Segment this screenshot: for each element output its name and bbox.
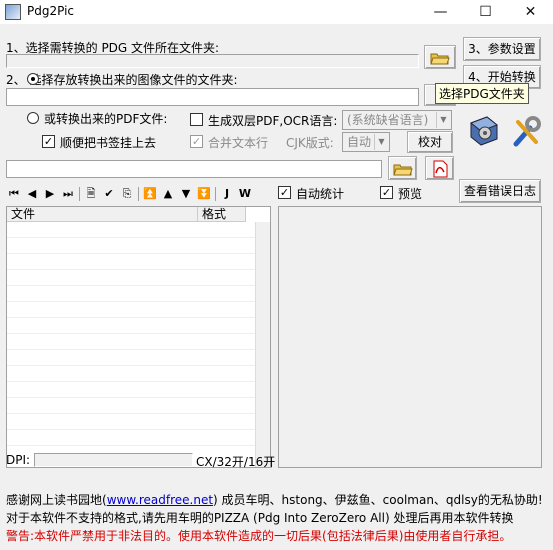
check-icon[interactable]: ✔ [102, 187, 116, 201]
pizza-tool-icon[interactable] [465, 113, 501, 149]
open-pdf-button[interactable] [425, 156, 454, 180]
view-log-button[interactable]: 查看错误日志 [459, 179, 541, 203]
proofread-button[interactable]: 校对 [407, 131, 453, 153]
bottom-icon[interactable]: ⏬ [197, 187, 211, 201]
file-list-header: 文件 格式 [7, 207, 270, 222]
maximize-button[interactable]: ☐ [463, 0, 508, 24]
warning-text: 警告:本软件严禁用于非法目的。使用本软件造成的一切后果(包括法律后果)由使用者自… [6, 529, 512, 543]
source-folder-field[interactable] [6, 54, 419, 68]
chevron-down-icon: ▼ [436, 112, 450, 128]
close-button[interactable]: ✕ [508, 0, 553, 24]
window-title: Pdg2Pic [27, 4, 75, 18]
column-file[interactable]: 文件 [7, 207, 198, 222]
browse-source-button[interactable] [424, 45, 456, 69]
bookmark-checkbox[interactable]: ✓ [42, 135, 55, 148]
step2-label: 2、 选择存放转换出来的图像文件的文件夹: [6, 73, 238, 87]
readfree-link[interactable]: www.readfree.net [107, 493, 213, 507]
merge-lines-label: 合并文本行 [208, 136, 269, 150]
w-icon[interactable]: W [238, 187, 252, 201]
minimize-button[interactable]: — [418, 0, 463, 24]
output-folder-field[interactable] [6, 88, 419, 106]
merge-lines-checkbox[interactable]: ✓ [190, 135, 203, 148]
step2-label-prefix: 2、 选择存放转换出来的图像文件的文件夹: [6, 71, 238, 88]
pdf-path-field[interactable] [6, 160, 382, 178]
chevron-down-icon: ▼ [374, 134, 388, 150]
credits-suffix: ) 成员车明、hstong、伊兹鱼、coolman、qdlsy的无私协助! [213, 493, 543, 507]
browse-pdf-button[interactable] [388, 156, 417, 180]
format-note: 对于本软件不支持的格式,请先用车明的PIZZA (Pdg Into ZeroZe… [6, 511, 514, 525]
wrench-tool-icon[interactable] [508, 114, 544, 150]
top-icon[interactable]: ⏫ [143, 187, 157, 201]
double-layer-label: 生成双层PDF,OCR语言: [208, 114, 338, 128]
pdf-output-radio[interactable] [27, 112, 39, 124]
cjk-layout-value: 自动 [347, 135, 372, 149]
next-page-icon[interactable]: ▶ [43, 187, 57, 201]
toolbar: ⏮ ◀ ▶ ⏭ 🗎 ✔ ⎘ ⏫ ▲ ▼ ⏬ J W [7, 186, 252, 202]
ocr-language-select[interactable]: (系统缺省语言) ▼ [342, 110, 452, 130]
scrollbar[interactable] [255, 222, 270, 467]
tooltip: 选择PDG文件夹 [435, 83, 529, 104]
file-list[interactable]: 文件 格式 [6, 206, 271, 468]
export-icon[interactable]: ⎘ [120, 187, 134, 201]
up-icon[interactable]: ▲ [161, 187, 175, 201]
pdf-radio-label: 或转换出来的PDF文件: [44, 112, 168, 126]
cjk-layout-select[interactable]: 自动 ▼ [342, 132, 390, 152]
first-page-icon[interactable]: ⏮ [7, 187, 21, 201]
dpi-value [34, 453, 193, 467]
size-label: CX/32开/16开 [196, 455, 276, 469]
cjk-label: CJK版式: [286, 136, 334, 150]
preview-panel [278, 206, 542, 468]
dpi-label: DPI: [6, 453, 31, 467]
app-icon [5, 4, 21, 20]
bookmark-label: 顺便把书签挂上去 [60, 136, 157, 150]
j-icon[interactable]: J [220, 187, 234, 201]
ocr-language-value: (系统缺省语言) [347, 113, 429, 127]
down-icon[interactable]: ▼ [179, 187, 193, 201]
double-layer-checkbox[interactable] [190, 113, 203, 126]
prev-page-icon[interactable]: ◀ [25, 187, 39, 201]
last-page-icon[interactable]: ⏭ [61, 187, 75, 201]
params-button[interactable]: 3、参数设置 [463, 37, 541, 61]
preview-label: 预览 [398, 187, 423, 201]
open-folder-icon [392, 164, 413, 176]
column-format[interactable]: 格式 [198, 207, 246, 222]
preview-checkbox[interactable]: ✓ [380, 186, 393, 199]
open-folder-icon [430, 53, 450, 65]
credits-text: 感谢网上读书园地(www.readfree.net) 成员车明、hstong、伊… [6, 491, 543, 508]
auto-stat-checkbox[interactable]: ✓ [278, 186, 291, 199]
page-icon[interactable]: 🗎 [84, 187, 98, 201]
pdf-icon [433, 160, 447, 178]
credits-prefix: 感谢网上读书园地( [6, 493, 107, 507]
image-folder-radio[interactable] [27, 73, 39, 85]
auto-stat-label: 自动统计 [296, 187, 345, 201]
